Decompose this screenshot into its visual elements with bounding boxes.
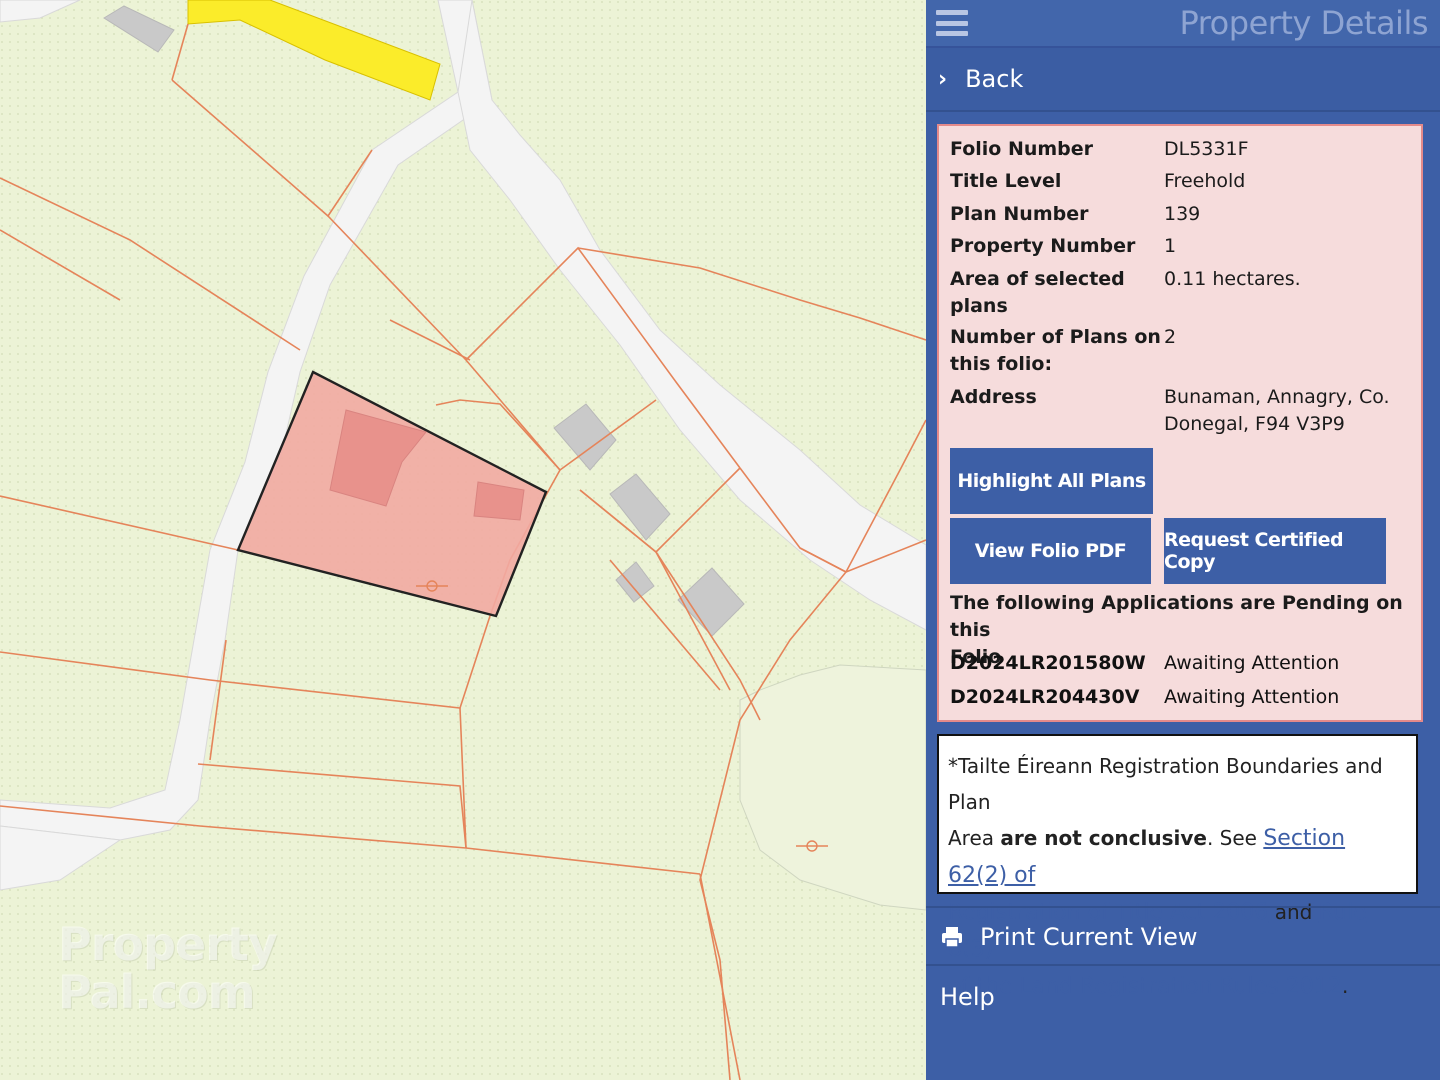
area-row: Area of selected plans 0.11 hectares. [950,268,1301,317]
print-current-view-button[interactable]: Print Current View [926,908,1440,966]
help-link[interactable]: Help [926,968,1440,1026]
menu-divider [926,964,1440,966]
map-view[interactable]: Property Pal.com [0,0,926,1080]
disclaimer-note: *Tailte Éireann Registration Boundaries … [937,734,1418,999]
back-label: Back [965,65,1024,93]
property-details-panel: Property Details › Back Folio Number DL5… [926,0,1440,1080]
watermark-logo: Property Pal.com [58,917,278,1019]
pending-application-row: D2024LR201580W Awaiting Attention [950,652,1340,674]
plan-number-row: Plan Number 139 [950,203,1201,225]
folio-number-row: Folio Number DL5331F [950,136,1411,163]
folio-details-box: Folio Number DL5331F Title Level Freehol… [937,124,1423,722]
view-folio-pdf-button[interactable]: View Folio PDF [950,518,1151,584]
folio-number-value: DL5331F [1164,138,1249,160]
number-of-plans-row: Number of Plans on this folio: 2 [950,326,1177,375]
chevron-right-icon: › [938,66,948,92]
pending-application-row: D2024LR204430V Awaiting Attention [950,686,1340,708]
back-button[interactable]: › Back [926,48,1440,112]
printer-icon [942,927,962,948]
address-row: Address Bunaman, Annagry, Co. Donegal, F9… [950,386,1390,435]
request-certified-copy-button[interactable]: Request Certified Copy [1164,518,1386,584]
panel-title: Property Details [1179,4,1428,42]
property-number-row: Property Number 1 [950,235,1177,257]
title-level-row: Title Level Freehold [950,170,1246,192]
hamburger-icon[interactable] [936,10,968,36]
highlight-all-plans-button[interactable]: Highlight All Plans [950,448,1153,514]
panel-header: Property Details [926,0,1440,48]
